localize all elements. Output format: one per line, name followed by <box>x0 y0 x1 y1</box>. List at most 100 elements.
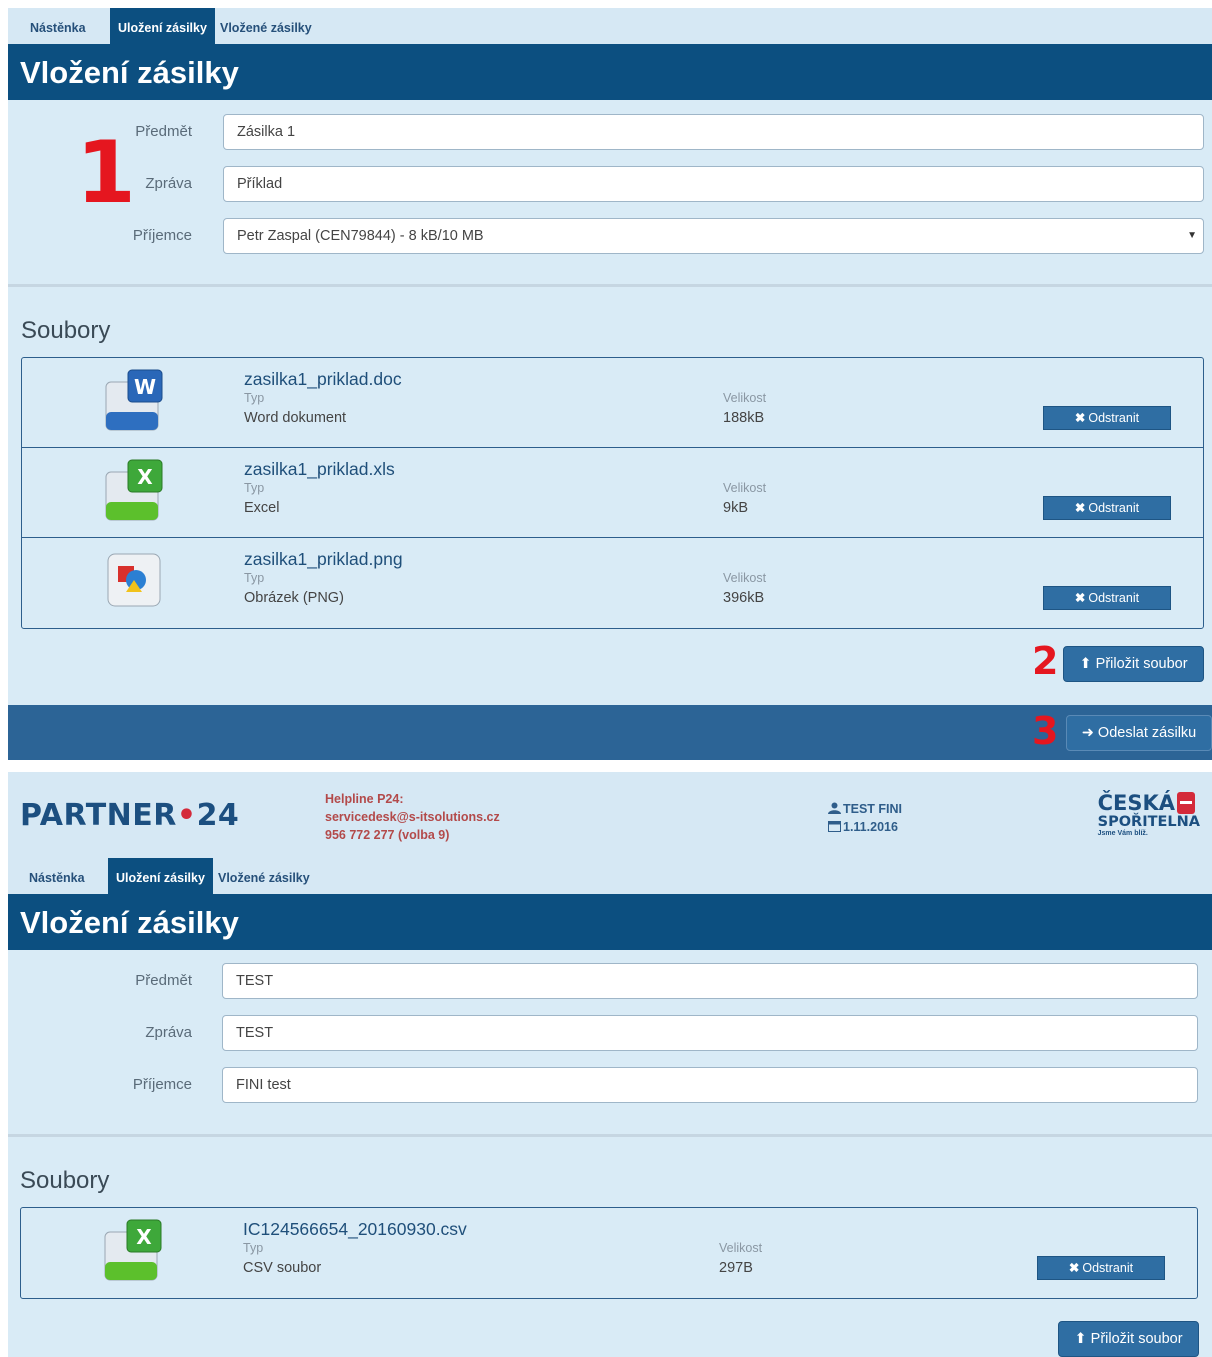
remove-label: Odstranit <box>1082 1261 1134 1275</box>
message-label: Zpráva <box>145 175 192 192</box>
file-type: Excel <box>244 500 280 516</box>
recipient-select[interactable]: Petr Zaspal (CEN79844) - 8 kB/10 MB ▼ <box>223 218 1204 254</box>
tab-send-shipment[interactable]: Uložení zásilky <box>108 858 213 894</box>
file-type-label: Typ <box>244 571 265 585</box>
file-item: W zasilka1_priklad.doc Typ Word dokument… <box>22 358 1203 448</box>
file-item: zasilka1_priklad.png Typ Obrázek (PNG) V… <box>22 538 1203 628</box>
attach-file-button[interactable]: ⬆︎ Přiložit soubor <box>1063 646 1204 682</box>
files-section: Soubory X IC124566654_20160930.csv Typ C… <box>8 1137 1212 1357</box>
bank-name-line1: ČESKÁ <box>1097 791 1176 815</box>
logo-number: 24 <box>196 798 240 833</box>
screenshot-annotated: Nástěnka Uložení zásilky Vložené zásilky… <box>8 8 1212 760</box>
shipment-form: Předmět TEST Zpráva TEST Příjemce FINI t… <box>8 950 1212 1137</box>
files-section: Soubory W zasilka1_priklad.doc Typ Word … <box>8 287 1212 704</box>
user-icon <box>828 802 841 814</box>
helpline-title: Helpline P24: <box>325 792 404 806</box>
subject-label: Předmět <box>135 123 192 140</box>
remove-file-button[interactable]: ✖ Odstranit <box>1043 406 1171 430</box>
file-type: Word dokument <box>244 410 347 426</box>
upload-icon: ⬆︎ <box>1079 656 1092 672</box>
close-icon: ✖ <box>1074 501 1086 515</box>
remove-label: Odstranit <box>1088 411 1140 425</box>
nav-tabs: Nástěnka Uložení zásilky Vložené zásilky <box>8 8 1212 44</box>
file-name: zasilka1_priklad.doc <box>244 369 402 389</box>
helpline-info: Helpline P24: servicedesk@s-itsolutions.… <box>325 790 500 844</box>
app-header: PARTNER•24 Helpline P24: servicedesk@s-i… <box>8 772 1212 858</box>
logo-text: PARTNER <box>20 798 177 833</box>
ceska-sporitelna-logo: ČESKÁ SPOŘITELNA Jsme Vám blíž. <box>1098 792 1200 837</box>
word-file-icon: W <box>105 369 163 431</box>
tab-sent-shipments[interactable]: Vložené zásilky <box>210 858 318 894</box>
subject-input[interactable]: Zásilka 1 <box>223 114 1204 150</box>
file-item: X zasilka1_priklad.xls Typ Excel Velikos… <box>22 448 1203 538</box>
remove-file-button[interactable]: ✖ Odstranit <box>1043 496 1171 520</box>
svg-text:X: X <box>137 465 153 489</box>
bank-symbol-icon <box>1177 792 1196 814</box>
message-input[interactable]: Příklad <box>223 166 1204 202</box>
file-item: X IC124566654_20160930.csv Typ CSV soubo… <box>21 1208 1197 1298</box>
nav-tabs: Nástěnka Uložení zásilky Vložené zásilky <box>8 858 1212 894</box>
svg-text:X: X <box>136 1225 152 1249</box>
file-size-label: Velikost <box>723 481 767 495</box>
recipient-label: Příjemce <box>132 1076 192 1093</box>
annotation-marker-2: 2 <box>1032 639 1059 683</box>
partner24-logo[interactable]: PARTNER•24 <box>20 798 239 833</box>
image-file-icon <box>107 553 161 607</box>
remove-file-button[interactable]: ✖ Odstranit <box>1043 586 1171 610</box>
logo-dot: • <box>176 798 197 833</box>
tab-send-shipment[interactable]: Uložení zásilky <box>110 8 215 44</box>
tab-dashboard[interactable]: Nástěnka <box>21 858 93 894</box>
file-type-label: Typ <box>244 391 265 405</box>
close-icon: ✖ <box>1074 411 1086 425</box>
send-label: Odeslat zásilku <box>1097 725 1197 741</box>
remove-file-button[interactable]: ✖ Odstranit <box>1037 1256 1165 1280</box>
tab-sent-shipments[interactable]: Vložené zásilky <box>212 8 320 44</box>
message-input[interactable]: TEST <box>222 1015 1198 1051</box>
file-size-label: Velikost <box>719 1241 763 1255</box>
annotation-marker-3: 3 <box>1032 709 1059 753</box>
file-type: CSV soubor <box>243 1260 322 1276</box>
attach-label: Přiložit soubor <box>1095 656 1188 672</box>
calendar-icon <box>828 821 841 832</box>
helpline-phone: 956 772 277 (volba 9) <box>325 828 450 842</box>
subject-label: Předmět <box>135 972 192 989</box>
subject-input[interactable]: TEST <box>222 963 1198 999</box>
file-list: W zasilka1_priklad.doc Typ Word dokument… <box>21 357 1204 629</box>
page-title: Vložení zásilky <box>8 44 1212 100</box>
current-date: 1.11.2016 <box>843 820 898 834</box>
user-name[interactable]: TEST FINI <box>843 802 902 816</box>
bank-name-line2: SPOŘITELNA <box>1097 814 1200 830</box>
screenshot-test: PARTNER•24 Helpline P24: servicedesk@s-i… <box>8 772 1212 1357</box>
recipient-input[interactable]: FINI test <box>222 1067 1198 1103</box>
close-icon: ✖ <box>1074 591 1086 605</box>
remove-label: Odstranit <box>1088 501 1140 515</box>
remove-label: Odstranit <box>1088 591 1140 605</box>
recipient-value: Petr Zaspal (CEN79844) - 8 kB/10 MB <box>237 228 484 244</box>
file-type-label: Typ <box>244 481 265 495</box>
action-bar: 3 ➜ Odeslat zásilku <box>8 705 1212 760</box>
arrow-right-circle-icon: ➜ <box>1081 725 1094 741</box>
file-size: 396kB <box>723 590 765 606</box>
tab-dashboard[interactable]: Nástěnka <box>22 8 94 44</box>
send-shipment-button[interactable]: ➜ Odeslat zásilku <box>1066 715 1212 751</box>
file-name: zasilka1_priklad.png <box>244 549 403 569</box>
files-heading: Soubory <box>21 317 111 344</box>
file-size-label: Velikost <box>723 391 767 405</box>
file-size: 297B <box>719 1260 753 1276</box>
recipient-label: Příjemce <box>132 227 192 244</box>
helpline-email[interactable]: servicedesk@s-itsolutions.cz <box>325 808 500 826</box>
file-size: 9kB <box>723 500 748 516</box>
attach-label: Přiložit soubor <box>1090 1331 1183 1347</box>
file-type: Obrázek (PNG) <box>244 590 344 606</box>
attach-file-button[interactable]: ⬆︎ Přiložit soubor <box>1058 1321 1199 1357</box>
file-list: X IC124566654_20160930.csv Typ CSV soubo… <box>20 1207 1198 1299</box>
shipment-form: 1 Předmět Zásilka 1 Zpráva Příklad Příje… <box>8 100 1212 287</box>
svg-text:W: W <box>134 375 156 399</box>
upload-icon: ⬆︎ <box>1074 1331 1087 1347</box>
excel-file-icon: X <box>104 1219 162 1281</box>
file-name: IC124566654_20160930.csv <box>243 1219 467 1239</box>
file-type-label: Typ <box>243 1241 264 1255</box>
file-name: zasilka1_priklad.xls <box>244 459 395 479</box>
excel-file-icon: X <box>105 459 163 521</box>
file-size: 188kB <box>723 410 765 426</box>
